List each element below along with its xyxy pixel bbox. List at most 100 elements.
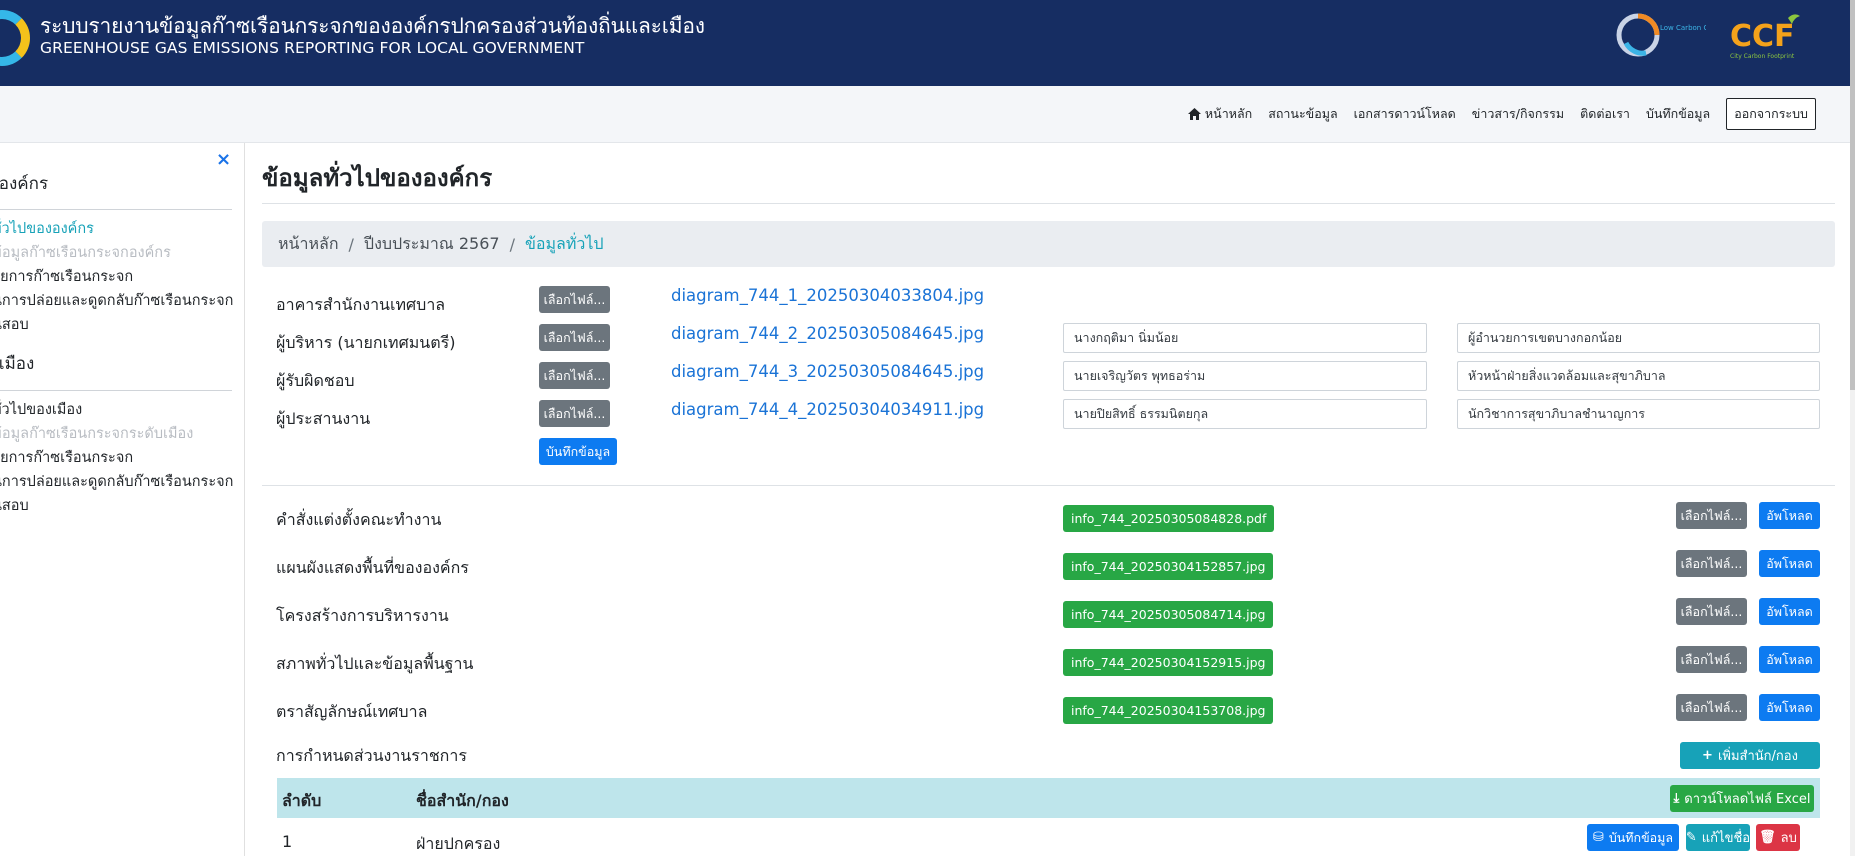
doc-label-structure: โครงสร้างการบริหารงาน <box>276 606 449 625</box>
photo-label-office: อาคารสำนักงานเทศบาล <box>276 295 446 314</box>
row-delete-label: ลบ <box>1780 831 1797 846</box>
sidebar-item-city-ghg-data[interactable]: ข้อมูลก๊าซเรือนกระจกระดับเมือง <box>0 422 193 445</box>
page-title: ข้อมูลทั่วไปขององค์กร <box>262 164 493 192</box>
doc-file-emblem[interactable]: info_744_20250304153708.jpg <box>1063 697 1274 724</box>
nav-downloads[interactable]: เอกสารดาวน์โหลด <box>1354 104 1456 124</box>
sidebar-section-city: ับเมือง <box>0 354 35 374</box>
sidebar-item-org-ghg-list[interactable]: ายการก๊าซเรือนกระจก <box>0 265 133 288</box>
database-icon: ⛁ <box>1592 830 1604 845</box>
row-edit-label: แก้ไขชื่อ <box>1701 831 1751 846</box>
divider <box>262 203 1835 204</box>
sidebar-close-icon[interactable]: × <box>216 149 231 170</box>
responsible-name-input[interactable]: นายเจริญวัตร พุทธอร่าม <box>1063 361 1427 391</box>
column-header-no: ลำดับ <box>282 791 322 810</box>
sidebar-item-org-ghg-data[interactable]: ข้อมูลก๊าซเรือนกระจกองค์กร <box>0 241 171 264</box>
home-icon <box>1187 108 1201 120</box>
divider <box>0 390 232 391</box>
coordinator-position-input[interactable]: นักวิชาการสุขาภิบาลชำนาญการ <box>1457 399 1820 429</box>
low-carbon-organization-logo: Low Carbon Organization <box>1616 13 1706 57</box>
sidebar-section-organization: ับองค์กร <box>0 174 49 194</box>
units-table-header: ลำดับ ชื่อสำนัก/กอง ⤓ ดาวน์โหลดไฟล์ Excel <box>277 778 1820 818</box>
add-unit-label: เพิ่มสำนัก/กอง <box>1717 749 1798 764</box>
sidebar: × ับองค์กร ทั่วไปขององค์กร ข้อมูลก๊าซเรื… <box>0 143 245 856</box>
row-edit-button[interactable]: ✎ แก้ไขชื่อ <box>1686 824 1750 851</box>
breadcrumb-separator: / <box>509 234 515 254</box>
doc-label-general-info: สภาพทั่วไปและข้อมูลพื้นฐาน <box>276 654 474 673</box>
add-unit-button[interactable]: + เพิ่มสำนัก/กอง <box>1680 742 1820 769</box>
upload-button[interactable]: อัพโหลด <box>1759 646 1820 673</box>
row-unit-name: ฝ่ายปกครอง <box>416 834 501 853</box>
row-save-label: บันทึกข้อมูล <box>1608 829 1674 845</box>
breadcrumb-home[interactable]: หน้าหลัก <box>278 232 339 257</box>
row-delete-button[interactable]: 🗑 ลบ <box>1756 824 1800 851</box>
file-link-responsible[interactable]: diagram_744_3_20250305084645.jpg <box>671 362 984 381</box>
breadcrumb-current: ข้อมูลทั่วไป <box>524 233 604 253</box>
svg-text:CCF: CCF <box>1730 19 1795 54</box>
upload-button[interactable]: อัพโหลด <box>1759 502 1820 529</box>
svg-text:Low Carbon Organization: Low Carbon Organization <box>1660 24 1706 32</box>
app-header: ระบบรายงานข้อมูลก๊าซเรือนกระจกขององค์กรป… <box>0 0 1850 86</box>
photo-label-executive: ผู้บริหาร (นายกเทศมนตรี) <box>276 333 456 352</box>
divider <box>0 209 232 210</box>
choose-file-button[interactable]: เลือกไฟล์... <box>1676 694 1747 721</box>
doc-file-structure[interactable]: info_744_20250305084714.jpg <box>1063 601 1274 628</box>
doc-label-emblem: ตราสัญลักษณ์เทศบาล <box>276 702 428 721</box>
column-header-unit-name: ชื่อสำนัก/กอง <box>416 791 509 810</box>
save-photos-button[interactable]: บันทึกข้อมูล <box>539 438 617 465</box>
breadcrumb-fiscal-year[interactable]: ปีงบประมาณ 2567 <box>364 232 500 257</box>
page-scrollbar[interactable] <box>1850 0 1855 856</box>
photo-label-coordinator: ผู้ประสานงาน <box>276 409 371 428</box>
trash-icon: 🗑 <box>1759 830 1776 845</box>
choose-file-button[interactable]: เลือกไฟล์... <box>539 286 610 313</box>
doc-file-area-map[interactable]: info_744_20250304152857.jpg <box>1063 553 1274 580</box>
top-navigation: หน้าหลัก สถานะข้อมูล เอกสารดาวน์โหลด ข่า… <box>0 86 1850 143</box>
choose-file-button[interactable]: เลือกไฟล์... <box>1676 550 1747 577</box>
choose-file-button[interactable]: เลือกไฟล์... <box>539 324 610 351</box>
choose-file-button[interactable]: เลือกไฟล์... <box>539 400 610 427</box>
nav-record-data[interactable]: บันทึกข้อมูล <box>1646 104 1710 124</box>
upload-button[interactable]: อัพโหลด <box>1759 694 1820 721</box>
scrollbar-thumb[interactable] <box>1850 0 1855 390</box>
nav-contact[interactable]: ติดต่อเรา <box>1580 104 1630 124</box>
file-link-coordinator[interactable]: diagram_744_4_20250304034911.jpg <box>671 400 984 419</box>
doc-label-area-map: แผนผังแสดงพื้นที่ขององค์กร <box>276 558 469 577</box>
breadcrumb-separator: / <box>348 234 354 254</box>
header-title-english: GREENHOUSE GAS EMISSIONS REPORTING FOR L… <box>40 39 585 57</box>
sidebar-item-city-verify[interactable]: นสอบ <box>0 494 29 517</box>
coordinator-name-input[interactable]: นายปิยสิทธิ์ ธรรมนิตยกุล <box>1063 399 1427 429</box>
upload-button[interactable]: อัพโหลด <box>1759 598 1820 625</box>
units-section-title: การกำหนดส่วนงานราชการ <box>276 746 467 765</box>
sidebar-item-city-ghg-list[interactable]: ายการก๊าซเรือนกระจก <box>0 446 133 469</box>
file-link-executive[interactable]: diagram_744_2_20250305084645.jpg <box>671 324 984 343</box>
row-save-button[interactable]: ⛁ บันทึกข้อมูล <box>1587 824 1679 851</box>
sidebar-item-city-general[interactable]: ทั่วไปของเมือง <box>0 398 82 421</box>
sidebar-item-org-verify[interactable]: นสอบ <box>0 313 29 336</box>
choose-file-button[interactable]: เลือกไฟล์... <box>1676 502 1747 529</box>
download-excel-button[interactable]: ⤓ ดาวน์โหลดไฟล์ Excel <box>1670 785 1814 812</box>
doc-file-appointment[interactable]: info_744_20250305084828.pdf <box>1063 505 1275 532</box>
nav-home[interactable]: หน้าหลัก <box>1187 104 1252 124</box>
edit-icon: ✎ <box>1685 830 1697 845</box>
choose-file-button[interactable]: เลือกไฟล์... <box>539 362 610 389</box>
download-excel-label: ดาวน์โหลดไฟล์ Excel <box>1684 792 1811 807</box>
nav-data-status[interactable]: สถานะข้อมูล <box>1268 104 1337 124</box>
doc-file-general-info[interactable]: info_744_20250304152915.jpg <box>1063 649 1274 676</box>
upload-button[interactable]: อัพโหลด <box>1759 550 1820 577</box>
executive-name-input[interactable]: นางกฤติมา นิ่มน้อย <box>1063 323 1427 353</box>
breadcrumb: หน้าหลัก / ปีงบประมาณ 2567 / ข้อมูลทั่วไ… <box>262 221 1835 267</box>
sidebar-item-org-general[interactable]: ทั่วไปขององค์กร <box>0 217 94 240</box>
logout-button[interactable]: ออกจากระบบ <box>1726 98 1816 130</box>
sidebar-item-city-emission[interactable]: นการปล่อยและดูดกลับก๊าซเรือนกระจก <box>0 470 233 493</box>
choose-file-button[interactable]: เลือกไฟล์... <box>1676 598 1747 625</box>
responsible-position-input[interactable]: หัวหน้าฝ่ายสิ่งแวดล้อมและสุขาภิบาล <box>1457 361 1820 391</box>
executive-position-input[interactable]: ผู้อำนวยการเขตบางกอกน้อย <box>1457 323 1820 353</box>
city-carbon-footprint-logo: CCF City Carbon Footprint <box>1730 14 1800 60</box>
choose-file-button[interactable]: เลือกไฟล์... <box>1676 646 1747 673</box>
sidebar-item-org-emission[interactable]: นการปล่อยและดูดกลับก๊าซเรือนกระจก <box>0 289 233 312</box>
nav-news[interactable]: ข่าวสาร/กิจกรรม <box>1472 104 1564 124</box>
plus-icon: + <box>1702 748 1713 763</box>
photo-label-responsible: ผู้รับผิดชอบ <box>276 371 355 390</box>
app-logo-icon <box>0 10 30 66</box>
file-link-office[interactable]: diagram_744_1_20250304033804.jpg <box>671 286 984 305</box>
doc-label-appointment: คำสั่งแต่งตั้งคณะทำงาน <box>276 510 442 529</box>
